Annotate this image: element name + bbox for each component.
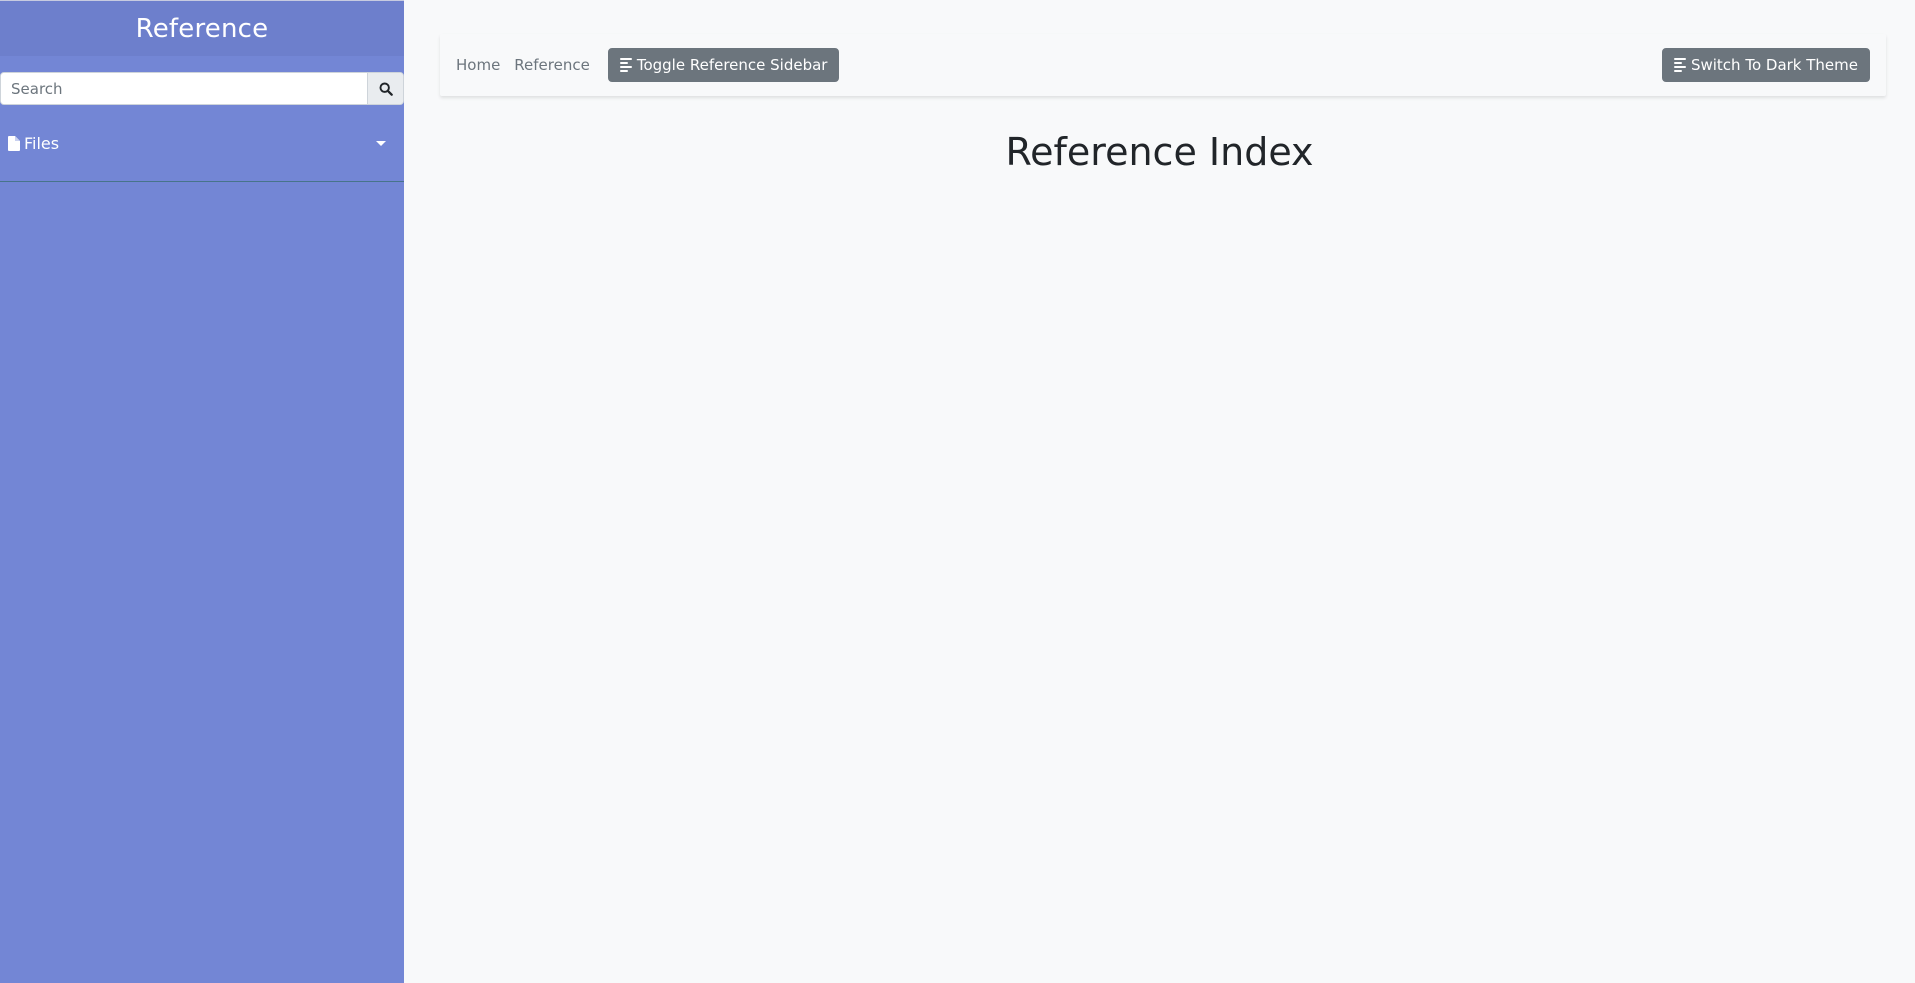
nav-link-home[interactable]: Home [456, 56, 500, 74]
page-title: Reference Index [1005, 130, 1314, 174]
file-icon [8, 135, 20, 151]
dark-theme-label: Switch To Dark Theme [1690, 56, 1858, 74]
main-content: Home Reference Toggle Reference Sidebar … [404, 0, 1915, 983]
search-icon [379, 82, 393, 96]
toggle-sidebar-label: Toggle Reference Sidebar [636, 56, 828, 74]
sidebar-header: Reference [0, 1, 404, 56]
dark-theme-button[interactable]: Switch To Dark Theme [1661, 48, 1870, 82]
top-navbar: Home Reference Toggle Reference Sidebar … [440, 34, 1886, 96]
toggle-sidebar-button[interactable]: Toggle Reference Sidebar [607, 48, 840, 82]
align-left-icon [1673, 58, 1686, 72]
sidebar-title: Reference [135, 13, 269, 44]
search-group [0, 72, 404, 105]
caret-down-icon [376, 140, 386, 146]
nav-link-reference[interactable]: Reference [514, 56, 590, 74]
sidebar: Reference Files [0, 0, 404, 983]
search-button[interactable] [367, 73, 403, 104]
files-dropdown-toggle[interactable]: Files [0, 105, 404, 182]
files-label: Files [24, 133, 60, 153]
files-header: Files [8, 134, 59, 153]
app-window: Reference Files Home [0, 0, 1915, 983]
align-left-icon [619, 58, 632, 72]
search-input[interactable] [1, 73, 367, 104]
